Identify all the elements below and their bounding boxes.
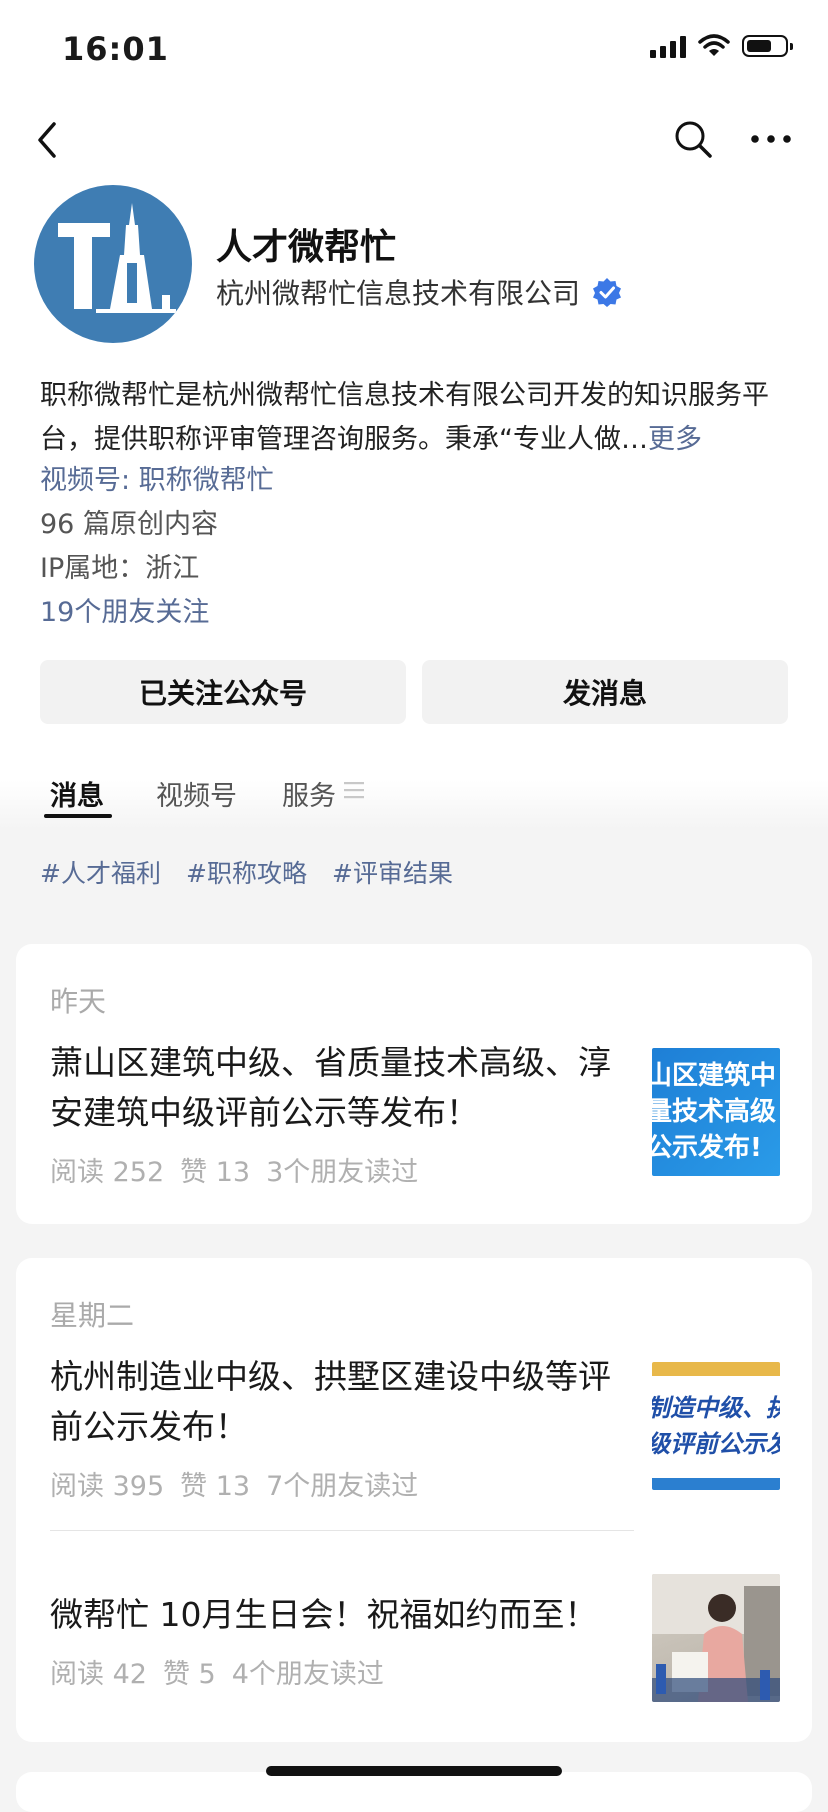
like-count: 赞 5 [162, 1659, 216, 1690]
like-count: 赞 13 [180, 1157, 251, 1188]
ip-location: IP属地：浙江 [40, 553, 200, 584]
home-indicator[interactable] [266, 1766, 562, 1776]
article-stats: 阅读 42 赞 5 4个朋友读过 [50, 1652, 400, 1691]
menu-lines-icon[interactable] [344, 781, 364, 799]
active-tab-indicator [44, 814, 112, 818]
battery-icon [742, 35, 793, 57]
thumbnail-text: 山区建筑中 [652, 1061, 777, 1091]
verified-icon [593, 278, 622, 307]
message-card-partial [16, 1772, 812, 1812]
article-stats: 阅读 252 赞 13 3个朋友读过 [50, 1150, 434, 1189]
friends-following-link[interactable]: 19个朋友关注 [40, 590, 209, 629]
read-count: 阅读 252 [50, 1157, 165, 1188]
article-thumbnail[interactable] [652, 1574, 780, 1702]
tag-talent-welfare[interactable]: #人才福利 [40, 854, 161, 890]
message-card: 星期二 杭州制造业中级、拱墅区建设中级等评前公示发布！ 阅读 395 赞 13 7个… [16, 1258, 812, 1742]
article-title[interactable]: 杭州制造业中级、拱墅区建设中级等评前公示发布！ [50, 1352, 630, 1452]
send-message-button[interactable]: 发消息 [422, 660, 788, 724]
more-options-icon[interactable] [748, 126, 794, 152]
account-name: 人才微帮忙 [216, 227, 397, 268]
friends-read: 4个朋友读过 [231, 1659, 384, 1690]
video-channel-link[interactable]: 视频号: 职称微帮忙 [40, 458, 274, 497]
logo-icon [58, 203, 176, 313]
company-name[interactable]: 杭州微帮忙信息技术有限公司 [216, 272, 622, 312]
read-count: 阅读 395 [50, 1471, 165, 1502]
date-label: 星期二 [50, 1299, 135, 1332]
date-label: 昨天 [50, 985, 107, 1018]
read-count: 阅读 42 [50, 1659, 147, 1690]
account-description: 职称微帮忙是杭州微帮忙信息技术有限公司开发的知识服务平台，提供职称评审管理咨询服… [40, 374, 792, 462]
original-count: 96 篇原创内容 [40, 509, 218, 540]
search-icon[interactable] [670, 116, 716, 162]
tab-messages[interactable]: 消息 [50, 774, 104, 813]
wifi-icon [698, 34, 730, 56]
tab-video-channel[interactable]: 视频号 [156, 774, 237, 813]
thumbnail-text: 公示发布! [652, 1133, 762, 1163]
article-title[interactable]: 萧山区建筑中级、省质量技术高级、淳安建筑中级评前公示等发布！ [50, 1038, 630, 1138]
article-thumbnail[interactable]: 制造中级、拱 级评前公示发 [652, 1362, 780, 1490]
tag-review-results[interactable]: #评审结果 [332, 854, 453, 890]
friends-read: 7个朋友读过 [266, 1471, 419, 1502]
avatar[interactable] [34, 185, 192, 343]
back-icon[interactable] [28, 118, 68, 162]
like-count: 赞 13 [180, 1471, 251, 1502]
friends-read: 3个朋友读过 [266, 1157, 419, 1188]
article-title[interactable]: 微帮忙 10月生日会！祝福如约而至！ [50, 1590, 630, 1640]
photo-image [652, 1574, 780, 1702]
article-stats: 阅读 395 赞 13 7个朋友读过 [50, 1464, 434, 1503]
message-card: 昨天 萧山区建筑中级、省质量技术高级、淳安建筑中级评前公示等发布！ 阅读 252… [16, 944, 812, 1224]
tab-services[interactable]: 服务 [282, 774, 336, 813]
signal-icon [650, 34, 686, 58]
divider [50, 1530, 634, 1531]
status-icons [650, 34, 793, 58]
followed-button[interactable]: 已关注公众号 [40, 660, 406, 724]
thumbnail-text: 量技术高级 [652, 1097, 777, 1127]
more-link[interactable]: 更多 [648, 424, 702, 455]
article-thumbnail[interactable]: 山区建筑中 量技术高级 公示发布! [652, 1048, 780, 1176]
status-time: 16:01 [62, 30, 169, 68]
company-label: 杭州微帮忙信息技术有限公司 [216, 277, 581, 310]
thumbnail-text: 级评前公示发 [652, 1430, 780, 1458]
tag-title-guide[interactable]: #职称攻略 [186, 854, 307, 890]
thumbnail-text: 制造中级、拱 [652, 1394, 780, 1422]
